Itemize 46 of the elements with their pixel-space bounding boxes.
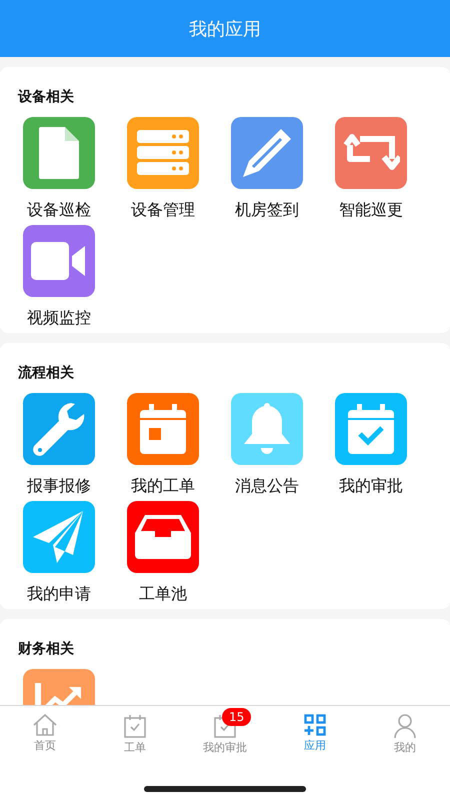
app-label: 设备巡检 <box>27 199 91 221</box>
section-title: 财务相关 <box>18 640 75 658</box>
app-tile[interactable] <box>231 117 303 189</box>
app-label: 智能巡更 <box>339 199 403 221</box>
app-label: 我的工单 <box>131 475 195 497</box>
calendar-check-icon <box>348 404 394 454</box>
wrench-icon <box>33 401 85 457</box>
app-label: 我的申请 <box>27 583 91 605</box>
app-tile[interactable] <box>23 393 95 465</box>
clipboard-check-icon <box>124 714 146 738</box>
calendar-icon <box>140 404 186 454</box>
app-label: 视频监控 <box>27 307 91 329</box>
inbox-tray-icon <box>135 515 191 559</box>
tab-item[interactable]: 首页 <box>0 706 90 762</box>
page-title: 我的应用 <box>189 18 261 40</box>
app-tile[interactable] <box>127 393 199 465</box>
count-badge: 15 <box>222 708 252 726</box>
app-tile[interactable] <box>127 117 199 189</box>
section-title: 设备相关 <box>18 88 75 106</box>
app-tile[interactable] <box>23 501 95 573</box>
pencil-icon <box>241 127 293 179</box>
bell-icon <box>244 403 290 455</box>
app-tile[interactable] <box>231 393 303 465</box>
app-tile[interactable] <box>335 393 407 465</box>
tab-item[interactable]: 应用 <box>270 706 360 762</box>
video-camera-icon <box>31 242 87 280</box>
apps-grid-icon <box>304 714 326 736</box>
app-label: 设备管理 <box>131 199 195 221</box>
home-icon <box>33 714 57 736</box>
paper-plane-icon <box>33 511 85 563</box>
app-label: 机房签到 <box>235 199 299 221</box>
app-tile[interactable] <box>335 117 407 189</box>
app-tile[interactable] <box>23 117 95 189</box>
app-label: 报事报修 <box>27 475 91 497</box>
document-icon <box>39 127 79 179</box>
server-icon <box>137 130 189 176</box>
tab-item[interactable]: 工单 <box>90 706 180 762</box>
tab-item[interactable]: 我的 <box>360 706 450 762</box>
app-label: 我的审批 <box>339 475 403 497</box>
app-label: 消息公告 <box>235 475 299 497</box>
section-title: 流程相关 <box>18 364 75 382</box>
app-tile[interactable] <box>23 225 95 297</box>
app-tile[interactable] <box>127 501 199 573</box>
tab-item[interactable]: 我的审批 15 <box>180 706 270 762</box>
user-icon <box>394 714 416 738</box>
app-label: 工单池 <box>139 583 187 605</box>
